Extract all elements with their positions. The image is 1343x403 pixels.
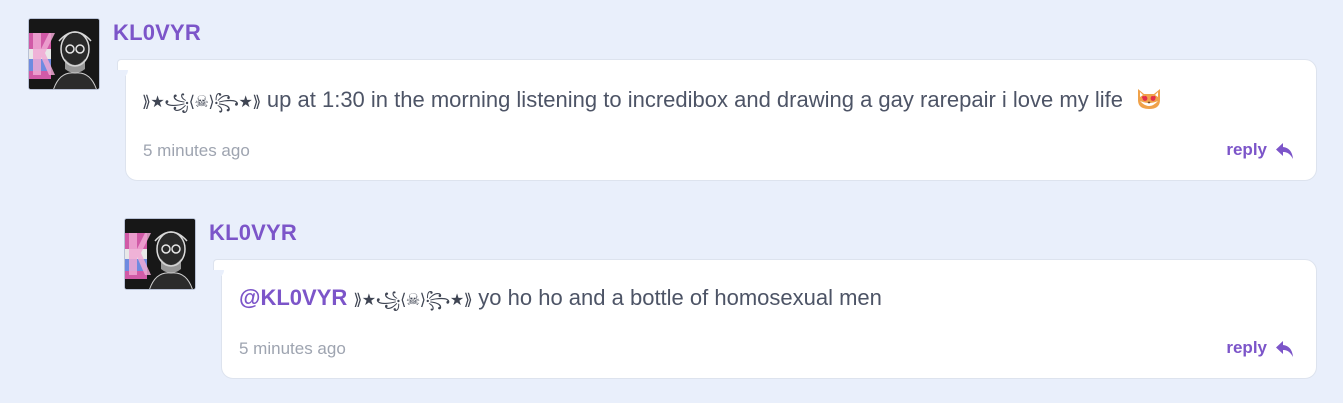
reply-button[interactable]: reply <box>1226 338 1295 363</box>
timestamp: 5 minutes ago <box>143 141 250 160</box>
reply-label[interactable]: reply <box>1226 338 1267 357</box>
comment-bubble: ⟫★꧁⟨☠⟩꧂★⟫ up at 1:30 in the morning list… <box>116 59 1317 181</box>
reply-arrow-icon[interactable] <box>1275 142 1295 165</box>
avatar-image <box>29 19 99 89</box>
reply-button[interactable]: reply <box>1226 140 1295 165</box>
avatar-image <box>125 219 195 289</box>
avatar[interactable] <box>124 218 196 290</box>
comment-body: up at 1:30 in the morning listening to i… <box>266 87 1123 112</box>
decoration-text: ⟫★꧁⟨☠⟩꧂★⟫ <box>142 92 261 111</box>
username[interactable]: KL0VYR <box>209 220 297 246</box>
reply-arrow-icon[interactable] <box>1275 340 1295 363</box>
comment-bubble: @KL0VYR ⟫★꧁⟨☠⟩꧂★⟫ yo ho ho and a bottle … <box>212 259 1317 379</box>
comment-reply: KL0VYR @KL0VYR ⟫★꧁⟨☠⟩꧂★⟫ yo ho ho and a … <box>0 200 1343 400</box>
comment: KL0VYR ⟫★꧁⟨☠⟩꧂★⟫ up at 1:30 in the morni… <box>0 0 1343 190</box>
timestamp: 5 minutes ago <box>239 339 346 358</box>
mention-link[interactable]: @KL0VYR <box>239 285 347 310</box>
heart-eyes-cat-icon <box>1135 85 1163 117</box>
comment-body: yo ho ho and a bottle of homosexual men <box>478 285 882 310</box>
comment-text: @KL0VYR ⟫★꧁⟨☠⟩꧂★⟫ yo ho ho and a bottle … <box>239 285 882 320</box>
reply-label[interactable]: reply <box>1226 140 1267 159</box>
username[interactable]: KL0VYR <box>113 20 201 46</box>
decoration-text: ⟫★꧁⟨☠⟩꧂★⟫ <box>353 290 473 309</box>
comment-text: ⟫★꧁⟨☠⟩꧂★⟫ up at 1:30 in the morning list… <box>142 85 1163 122</box>
avatar[interactable] <box>28 18 100 90</box>
